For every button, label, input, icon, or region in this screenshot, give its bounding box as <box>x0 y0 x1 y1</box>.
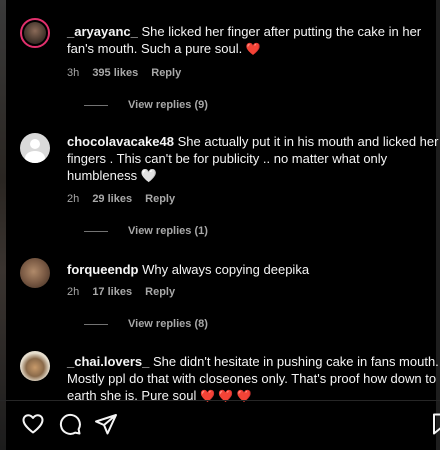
comment-username[interactable]: chocolavacake48 <box>67 134 174 149</box>
white-heart-emoji: 🤍 <box>140 168 157 183</box>
like-button[interactable] <box>21 412 45 436</box>
view-replies-label: View replies (1) <box>128 225 208 237</box>
avatar[interactable] <box>20 18 50 48</box>
comment-button[interactable] <box>58 412 82 436</box>
reply-button[interactable]: Reply <box>151 67 181 79</box>
comment-meta: 3h 395 likes Reply <box>67 67 191 79</box>
comment-time: 2h <box>67 286 80 298</box>
comment-body: chocolavacake48 She actually put it in h… <box>67 133 440 184</box>
comment-body: _aryayanc_ She licked her finger after p… <box>67 23 440 58</box>
comment-meta: 2h 29 likes Reply <box>67 193 185 205</box>
comment-username[interactable]: forqueendp <box>67 262 139 277</box>
avatar[interactable] <box>20 133 50 163</box>
comment-time: 3h <box>67 67 80 79</box>
comment-username[interactable]: _aryayanc_ <box>67 24 138 39</box>
comment-likes[interactable]: 17 likes <box>92 286 132 298</box>
background-image-edge-left <box>0 0 6 450</box>
comment-body: forqueendp Why always copying deepika <box>67 261 440 278</box>
red-heart-emoji: ❤️ <box>245 42 261 56</box>
avatar[interactable] <box>20 258 50 288</box>
comment-meta: 2h 17 likes Reply <box>67 286 185 298</box>
save-button[interactable] <box>430 412 440 436</box>
comment-time: 2h <box>67 193 80 205</box>
view-replies-label: View replies (8) <box>128 318 208 330</box>
bookmark-icon <box>433 413 440 435</box>
reply-button[interactable]: Reply <box>145 193 175 205</box>
comment-likes[interactable]: 395 likes <box>92 67 138 79</box>
comment-bubble-icon <box>59 413 81 435</box>
replies-divider-line <box>84 105 108 106</box>
comment-likes[interactable]: 29 likes <box>92 193 132 205</box>
share-button[interactable] <box>94 412 118 436</box>
action-bar-divider <box>0 400 440 401</box>
comment-body: _chai.lovers_ She didn't hesitate in pus… <box>67 353 440 405</box>
reply-button[interactable]: Reply <box>145 286 175 298</box>
view-replies-label: View replies (9) <box>128 99 208 111</box>
paper-plane-icon <box>95 414 117 435</box>
avatar[interactable] <box>20 351 50 381</box>
replies-divider-line <box>84 324 108 325</box>
comment-text: Why always copying deepika <box>142 262 310 277</box>
replies-divider-line <box>84 231 108 232</box>
comment-username[interactable]: _chai.lovers_ <box>67 354 149 369</box>
heart-outline-icon <box>22 414 44 434</box>
